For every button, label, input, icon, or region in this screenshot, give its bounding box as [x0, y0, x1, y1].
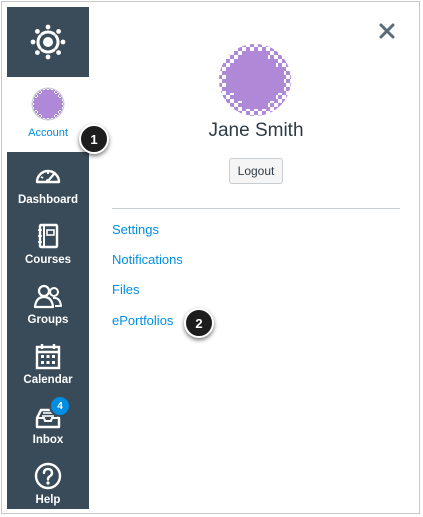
nav-item-account[interactable]: Account: [7, 77, 89, 152]
help-icon: [34, 462, 62, 490]
tray-link-eportfolios[interactable]: ePortfolios: [112, 313, 173, 328]
nav-label-courses: Courses: [24, 254, 72, 266]
nav-label-calendar: Calendar: [23, 374, 73, 386]
nav-item-groups[interactable]: Groups: [7, 273, 89, 333]
canvas-logo-icon: [30, 24, 66, 60]
courses-icon: [38, 223, 59, 249]
calendar-icon: [35, 344, 61, 370]
close-icon: [379, 23, 395, 39]
callout-1: 1: [79, 124, 109, 154]
avatar: [31, 87, 65, 121]
tray-link-files[interactable]: Files: [112, 282, 139, 297]
global-nav: Account Dashboard Courses Groups Calenda…: [7, 7, 89, 509]
close-tray-button[interactable]: [374, 18, 400, 44]
tray-divider: [112, 208, 400, 209]
nav-label-help: Help: [35, 494, 61, 506]
tray-link-notifications[interactable]: Notifications: [112, 252, 183, 267]
nav-label-groups: Groups: [27, 314, 69, 326]
nav-item-dashboard[interactable]: Dashboard: [7, 153, 89, 213]
nav-label-dashboard: Dashboard: [17, 194, 79, 206]
logout-button[interactable]: Logout: [229, 158, 283, 184]
canvas-logo[interactable]: [7, 7, 89, 77]
nav-item-courses[interactable]: Courses: [7, 213, 89, 273]
nav-label-account: Account: [28, 127, 68, 139]
callout-2: 2: [184, 308, 214, 338]
inbox-icon-wrap: 4: [33, 395, 71, 431]
user-name: Jane Smith: [208, 120, 304, 141]
nav-item-inbox[interactable]: 4 Inbox: [7, 393, 89, 453]
nav-label-inbox: Inbox: [32, 434, 64, 446]
profile-avatar: [219, 44, 291, 116]
nav-item-help[interactable]: Help: [7, 453, 89, 513]
dashboard-icon: [35, 169, 61, 184]
tray-link-settings[interactable]: Settings: [112, 222, 159, 237]
inbox-unread-badge: 4: [49, 395, 71, 417]
groups-icon: [33, 284, 62, 309]
nav-item-calendar[interactable]: Calendar: [7, 333, 89, 393]
